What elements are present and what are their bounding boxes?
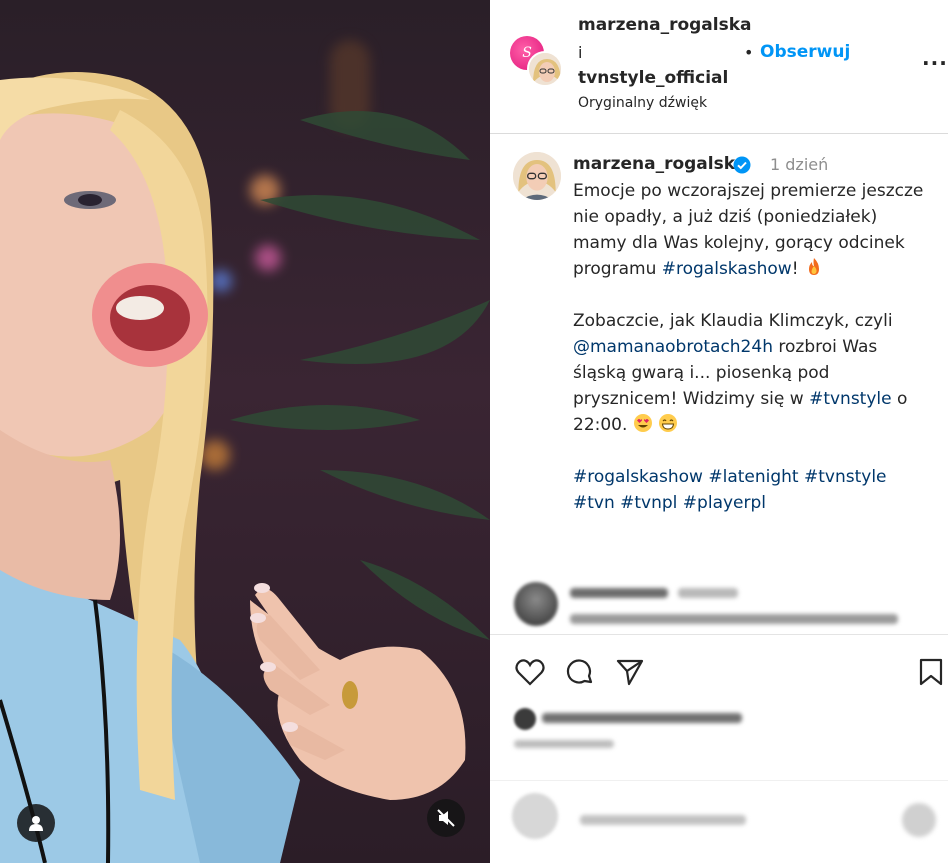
bookmark-icon [919, 658, 943, 686]
caption-paragraph-2: Zobaczcie, jak Klaudia Klimczyk, czyli @… [573, 308, 933, 438]
caption-paragraph-1: Emocje po wczorajszej premierze jeszcze … [573, 178, 933, 282]
heart-icon [515, 659, 545, 686]
collab-separator: i [578, 43, 583, 62]
section-divider [490, 634, 948, 635]
user-icon [29, 816, 43, 831]
current-user-avatar [512, 793, 558, 839]
comment-icon [566, 659, 593, 684]
more-options-button[interactable]: ... [922, 46, 948, 70]
blurred-username [570, 588, 668, 598]
caption-text-run: ! [791, 259, 799, 279]
grinning-emoji [659, 414, 678, 432]
hashtag-line[interactable]: #rogalskashow #latenight #tvnstyle [573, 467, 887, 487]
share-button[interactable] [612, 654, 648, 690]
heart-eyes-emoji [633, 414, 652, 432]
collab-username-2[interactable]: tvnstyle_official [578, 68, 728, 88]
caption-username[interactable]: marzena_rogalska [573, 154, 747, 174]
action-bar [490, 648, 948, 698]
collab-username-1[interactable]: marzena_rogalska [578, 15, 752, 35]
post-caption: marzena_rogalska 1 dzień Emocje po wczor… [490, 134, 948, 574]
caption-hashtags: #rogalskashow #latenight #tvnstyle #tvn … [573, 464, 933, 516]
video-frame [0, 72, 490, 863]
mention-link[interactable]: @mamanaobrotach24h [573, 337, 773, 357]
audio-label[interactable]: Oryginalny dźwięk [578, 95, 707, 111]
add-comment-bar [490, 780, 948, 860]
fire-emoji [808, 258, 819, 275]
share-icon [616, 659, 644, 686]
post-sidebar: S marzena_rogalska i • Obserwuj tvnstyle… [490, 0, 948, 863]
caption-text: Emocje po wczorajszej premierze jeszcze … [573, 178, 933, 516]
muted-speaker-icon [437, 809, 455, 827]
dot-separator: • [744, 43, 754, 62]
avatar-marzena[interactable] [527, 51, 563, 87]
caption-text-run: Zobaczcie, jak Klaudia Klimczyk, czyli [573, 311, 893, 331]
blurred-likes-text [542, 713, 742, 723]
like-button[interactable] [512, 654, 548, 690]
comment-input[interactable] [580, 815, 746, 825]
tagged-users-button[interactable] [17, 804, 55, 842]
comment-row [490, 574, 948, 630]
avatar-portrait [529, 53, 561, 85]
liker-avatar[interactable] [514, 708, 536, 730]
post-video[interactable] [0, 0, 490, 863]
emoji-picker-button[interactable] [902, 803, 936, 837]
follow-button[interactable]: Obserwuj [760, 42, 850, 62]
avatar-portrait [513, 152, 561, 200]
post-timestamp[interactable]: 1 dzień [770, 155, 828, 174]
likes-summary [490, 700, 948, 756]
collab-avatars[interactable]: S [510, 36, 563, 88]
post-header: S marzena_rogalska i • Obserwuj tvnstyle… [490, 0, 948, 134]
hashtag-link[interactable]: #tvnstyle [809, 389, 892, 409]
commenter-avatar[interactable] [514, 582, 558, 626]
verified-badge-icon [733, 156, 751, 174]
hashtag-line[interactable]: #tvn #tvnpl #playerpl [573, 493, 766, 513]
mute-toggle-button[interactable] [427, 799, 465, 837]
hashtag-link[interactable]: #rogalskashow [662, 259, 792, 279]
caption-avatar[interactable] [513, 152, 561, 200]
blurred-post-date [514, 740, 614, 748]
blurred-time [678, 588, 738, 598]
save-button[interactable] [912, 654, 948, 690]
comment-button[interactable] [562, 654, 598, 690]
blurred-comment-text [570, 614, 898, 624]
